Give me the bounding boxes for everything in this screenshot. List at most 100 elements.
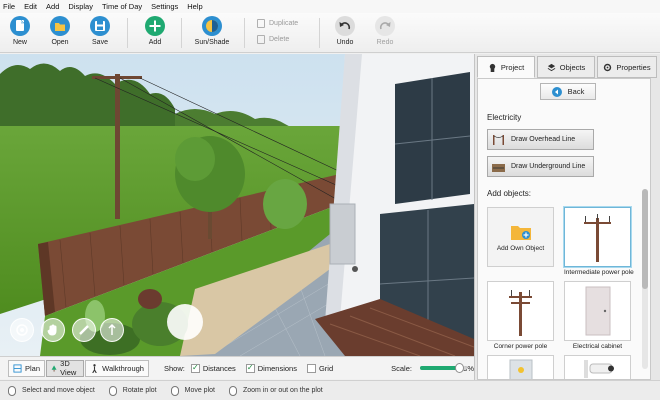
toolbar-divider: [127, 18, 128, 48]
corner-pole-thumb: [487, 281, 554, 341]
hint-zoom-label: Zoom in or out on the plot: [242, 387, 323, 394]
cabinet-icon: [585, 286, 610, 336]
dimensions-label: Dimensions: [257, 363, 297, 373]
hint-move-label: Move plot: [184, 387, 215, 394]
sun-shade-button[interactable]: Sun/Shade: [192, 16, 232, 46]
back-label: Back: [567, 87, 585, 96]
redo-label: Redo: [376, 39, 394, 46]
delete-button[interactable]: Delete: [257, 35, 289, 44]
dimensions-option[interactable]: ✓ Dimensions: [245, 363, 297, 373]
mouse-right-icon: [108, 385, 117, 396]
draw-underground-label: Draw Underground Line: [511, 163, 586, 170]
save-button[interactable]: Save: [80, 16, 120, 46]
save-label: Save: [92, 39, 108, 46]
3d-viewport[interactable]: [0, 54, 474, 356]
view-bar: Plan 3D View Walkthrough Show: ✓ Distanc…: [0, 356, 474, 379]
app-window: File Edit Add Display Time of Day Settin…: [0, 0, 660, 400]
menu-file[interactable]: File: [3, 2, 15, 11]
ruler-icon: [79, 325, 89, 335]
delete-label: Delete: [269, 36, 290, 43]
toolbar: New Open Save Add Sun/Shade Duplicate De…: [0, 13, 660, 53]
undo-button[interactable]: Undo: [325, 16, 365, 46]
tab-properties-label: Properties: [616, 62, 651, 72]
cabinet-small-thumb: [487, 355, 554, 379]
redo-icon: [375, 16, 395, 36]
object-card-camera[interactable]: [564, 355, 631, 379]
plan-icon: [13, 363, 22, 373]
grid-option[interactable]: Grid: [306, 363, 334, 373]
folder-plus-icon: [510, 225, 531, 240]
add-own-thumb: Add Own Object: [487, 207, 554, 267]
side-panel: Project Objects Properties Back Electric…: [474, 54, 660, 380]
new-button[interactable]: New: [0, 16, 40, 46]
toolbar-divider: [244, 18, 245, 48]
draw-overhead-label: Draw Overhead Line: [511, 136, 576, 143]
garden-scene: [0, 54, 474, 356]
grid-label: Grid: [318, 363, 334, 373]
scale-label: Scale:: [391, 363, 412, 373]
menu-time-of-day[interactable]: Time of Day: [102, 2, 142, 11]
power-pole-icon: [583, 214, 611, 262]
object-card-corner-pole[interactable]: Corner power pole: [487, 281, 554, 350]
objects-scrollbar[interactable]: [642, 189, 648, 369]
plus-icon: [145, 16, 165, 36]
tab-project[interactable]: Project: [477, 56, 535, 78]
camera-icon: [583, 360, 614, 378]
menu-bar: File Edit Add Display Time of Day Settin…: [0, 0, 660, 13]
3d-view-button[interactable]: 3D View: [46, 359, 85, 377]
menu-settings[interactable]: Settings: [151, 2, 178, 11]
add-own-label: Add Own Object: [496, 244, 545, 252]
duplicate-label: Duplicate: [269, 20, 299, 27]
electricity-heading: Electricity: [487, 113, 522, 122]
distances-option[interactable]: ✓ Distances: [190, 363, 236, 373]
measure-control[interactable]: [72, 318, 96, 342]
sun-shade-label: Sun/Shade: [194, 39, 230, 46]
new-label: New: [12, 39, 27, 46]
back-button[interactable]: Back: [540, 83, 596, 100]
menu-display[interactable]: Display: [68, 2, 93, 11]
intermediate-pole-thumb: [564, 207, 631, 267]
dimensions-checkbox[interactable]: ✓: [245, 363, 255, 373]
walkthrough-button[interactable]: Walkthrough: [85, 359, 149, 377]
object-card-intermediate-pole[interactable]: Intermediate power pole: [564, 207, 634, 276]
duplicate-button[interactable]: Duplicate: [257, 19, 298, 28]
house-icon: [489, 63, 496, 72]
height-control[interactable]: [100, 318, 124, 342]
show-label: Show:: [163, 363, 185, 373]
redo-button[interactable]: Redo: [365, 16, 405, 46]
menu-help[interactable]: Help: [187, 2, 202, 11]
object-card-cabinet-small[interactable]: [487, 355, 554, 379]
tab-objects-label: Objects: [559, 62, 586, 72]
menu-edit[interactable]: Edit: [24, 2, 37, 11]
grid-checkbox[interactable]: [306, 363, 316, 373]
tab-properties[interactable]: Properties: [597, 56, 657, 78]
hint-move: Move plot: [170, 385, 215, 396]
object-card-add-own[interactable]: Add Own Object: [487, 207, 554, 267]
pan-hand-control[interactable]: [41, 318, 65, 342]
distances-checkbox[interactable]: ✓: [190, 363, 200, 373]
electrical-cabinet-thumb: [564, 281, 631, 341]
add-button[interactable]: Add: [135, 16, 175, 46]
intermediate-pole-label: Intermediate power pole: [564, 269, 634, 276]
walkthrough-label: Walkthrough: [102, 363, 144, 373]
object-card-electrical-cabinet[interactable]: Electrical cabinet: [564, 281, 631, 350]
hint-select-label: Select and move object: [22, 387, 95, 394]
hint-select: Select and move object: [8, 385, 95, 396]
floppy-disk-icon: [90, 16, 110, 36]
plan-view-button[interactable]: Plan: [8, 359, 46, 377]
orbit-control[interactable]: [10, 318, 34, 342]
undo-label: Undo: [336, 39, 354, 46]
draw-underground-line-button[interactable]: Draw Underground Line: [487, 156, 594, 177]
3d-tree-icon: [51, 364, 57, 372]
overhead-line-icon: [493, 135, 504, 145]
cabinet-small-icon: [509, 359, 532, 379]
camera-thumb: [564, 355, 631, 379]
menu-add[interactable]: Add: [46, 2, 59, 11]
hint-zoom: Zoom in or out on the plot: [228, 385, 323, 396]
tab-objects[interactable]: Objects: [537, 56, 595, 78]
panel-content: Back Electricity Draw Overhead Line Draw…: [477, 78, 651, 380]
scrollbar-thumb[interactable]: [642, 189, 648, 289]
scale-slider[interactable]: [419, 363, 467, 373]
draw-overhead-line-button[interactable]: Draw Overhead Line: [487, 129, 594, 150]
open-button[interactable]: Open: [40, 16, 80, 46]
